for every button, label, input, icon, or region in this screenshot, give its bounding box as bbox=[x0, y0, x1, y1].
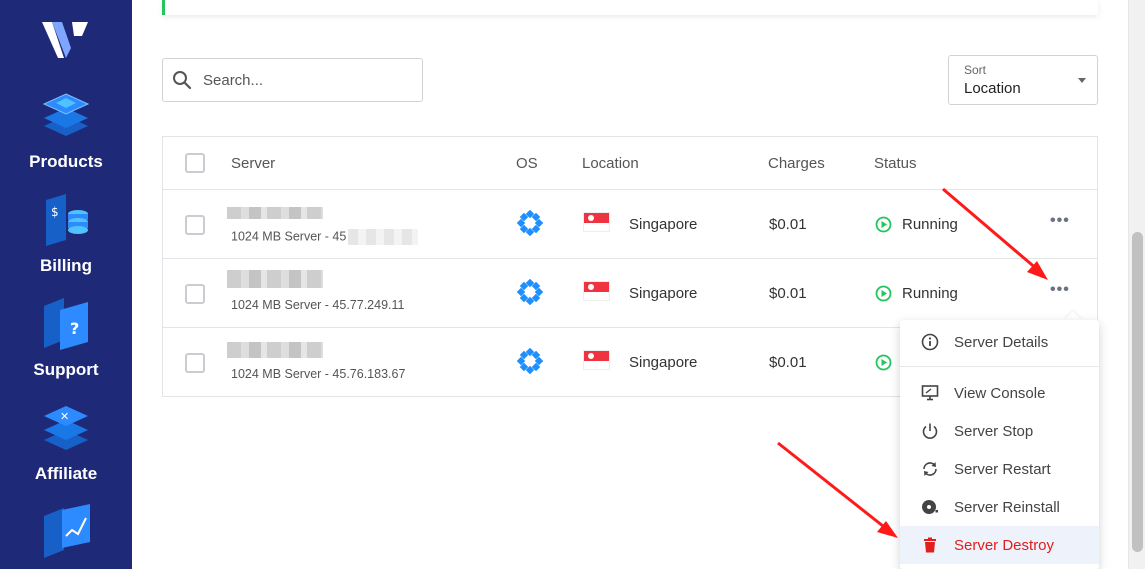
sort-value: Location bbox=[964, 80, 1021, 97]
menu-divider bbox=[900, 366, 1099, 367]
menu-item-label: Server Stop bbox=[954, 422, 1034, 440]
sidebar: Products $ Billing ? Support ✕ Affiliate bbox=[0, 0, 132, 569]
sidebar-item-label: Products bbox=[29, 152, 103, 171]
location-text: Singapore bbox=[629, 354, 698, 371]
table-row[interactable]: 1024 MB Server - 45 Singapore $0.01 Runn… bbox=[163, 190, 1097, 259]
row-checkbox[interactable] bbox=[185, 284, 205, 304]
location-text: Singapore bbox=[629, 216, 698, 233]
menu-item-view-console[interactable]: View Console bbox=[900, 374, 1099, 412]
vertical-scrollbar[interactable] bbox=[1128, 0, 1145, 569]
row-checkbox[interactable] bbox=[185, 215, 205, 235]
column-header-server[interactable]: Server bbox=[231, 155, 275, 172]
select-all-checkbox[interactable] bbox=[185, 153, 205, 173]
search-box[interactable] bbox=[162, 58, 423, 102]
menu-item-label: Server Reinstall bbox=[954, 498, 1060, 516]
menu-item-server-destroy[interactable]: Server Destroy bbox=[900, 526, 1099, 564]
menu-item-server-details[interactable]: Server Details bbox=[900, 323, 1099, 361]
column-header-status[interactable]: Status bbox=[874, 155, 917, 172]
reinstall-icon bbox=[922, 500, 938, 514]
support-icon: ? bbox=[44, 298, 88, 350]
menu-item-label: View Console bbox=[954, 384, 1046, 402]
menu-pointer bbox=[1064, 311, 1082, 320]
billing-icon: $ bbox=[46, 194, 88, 246]
sidebar-item-affiliate[interactable]: ✕ Affiliate bbox=[0, 400, 132, 484]
charges-text: $0.01 bbox=[769, 285, 807, 302]
table-header: Server OS Location Charges Status bbox=[163, 137, 1097, 190]
notification-banner bbox=[162, 0, 1098, 15]
menu-item-server-reinstall[interactable]: Server Reinstall bbox=[900, 488, 1099, 526]
power-icon bbox=[922, 423, 938, 439]
charges-text: $0.01 bbox=[769, 216, 807, 233]
menu-item-server-stop[interactable]: Server Stop bbox=[900, 412, 1099, 450]
server-name-redacted[interactable] bbox=[227, 270, 323, 288]
column-header-location[interactable]: Location bbox=[582, 155, 639, 172]
status-text: Running bbox=[902, 216, 958, 233]
more-options-button[interactable]: ••• bbox=[1050, 282, 1070, 298]
sidebar-item-label: Affiliate bbox=[34, 464, 98, 483]
status-text: Running bbox=[902, 285, 958, 302]
singapore-flag-icon bbox=[583, 350, 610, 370]
svg-text:?: ? bbox=[70, 319, 79, 338]
os-logo-icon bbox=[517, 210, 543, 236]
scrollbar-thumb[interactable] bbox=[1132, 232, 1143, 552]
server-subtitle: 1024 MB Server - 45 bbox=[231, 229, 419, 245]
charges-text: $0.01 bbox=[769, 354, 807, 371]
server-actions-menu: Server Details View Console Server Stop … bbox=[900, 320, 1099, 569]
sidebar-item-products[interactable]: Products bbox=[0, 88, 132, 172]
search-icon bbox=[173, 71, 192, 90]
row-checkbox[interactable] bbox=[185, 353, 205, 373]
column-header-os[interactable]: OS bbox=[516, 155, 538, 172]
chevron-down-icon bbox=[1078, 78, 1086, 83]
sort-label: Sort bbox=[964, 63, 987, 77]
svg-text:✕: ✕ bbox=[60, 410, 69, 423]
search-input[interactable] bbox=[203, 71, 413, 89]
server-name-redacted[interactable] bbox=[227, 342, 323, 358]
monitor-icon bbox=[921, 385, 939, 401]
menu-item-label: Server Destroy bbox=[954, 536, 1055, 554]
singapore-flag-icon bbox=[583, 212, 610, 232]
svg-text:$: $ bbox=[51, 205, 59, 219]
running-status-icon bbox=[875, 216, 892, 233]
affiliate-icon: ✕ bbox=[44, 406, 88, 450]
menu-item-server-restart[interactable]: Server Restart bbox=[900, 450, 1099, 488]
table-row[interactable]: 1024 MB Server - 45.77.249.11 Singapore … bbox=[163, 259, 1097, 328]
sidebar-item-label: Support bbox=[33, 360, 99, 379]
sidebar-item-billing[interactable]: $ Billing bbox=[0, 192, 132, 276]
sort-select[interactable]: Sort Location bbox=[948, 55, 1098, 105]
os-logo-icon bbox=[517, 348, 543, 374]
column-header-charges[interactable]: Charges bbox=[768, 155, 825, 172]
os-logo-icon bbox=[517, 279, 543, 305]
sidebar-item-analytics[interactable] bbox=[0, 502, 132, 558]
running-status-icon bbox=[875, 354, 892, 371]
analytics-icon bbox=[44, 504, 90, 558]
menu-item-label: Server Details bbox=[954, 333, 1049, 351]
menu-item-label: Server Restart bbox=[954, 460, 1051, 478]
server-subtitle: 1024 MB Server - 45.77.249.11 bbox=[231, 298, 405, 312]
trash-icon bbox=[924, 537, 936, 553]
sidebar-item-label: Billing bbox=[40, 256, 92, 275]
server-subtitle: 1024 MB Server - 45.76.183.67 bbox=[231, 367, 406, 381]
location-text: Singapore bbox=[629, 285, 698, 302]
server-name-redacted[interactable] bbox=[227, 207, 323, 219]
ip-redacted bbox=[348, 229, 419, 245]
more-options-button[interactable]: ••• bbox=[1050, 213, 1070, 229]
singapore-flag-icon bbox=[583, 281, 610, 301]
vultr-logo[interactable] bbox=[42, 20, 88, 60]
restart-icon bbox=[923, 462, 937, 476]
info-icon bbox=[921, 333, 939, 351]
running-status-icon bbox=[875, 285, 892, 302]
sidebar-item-support[interactable]: ? Support bbox=[0, 296, 132, 380]
layers-icon bbox=[42, 93, 90, 136]
